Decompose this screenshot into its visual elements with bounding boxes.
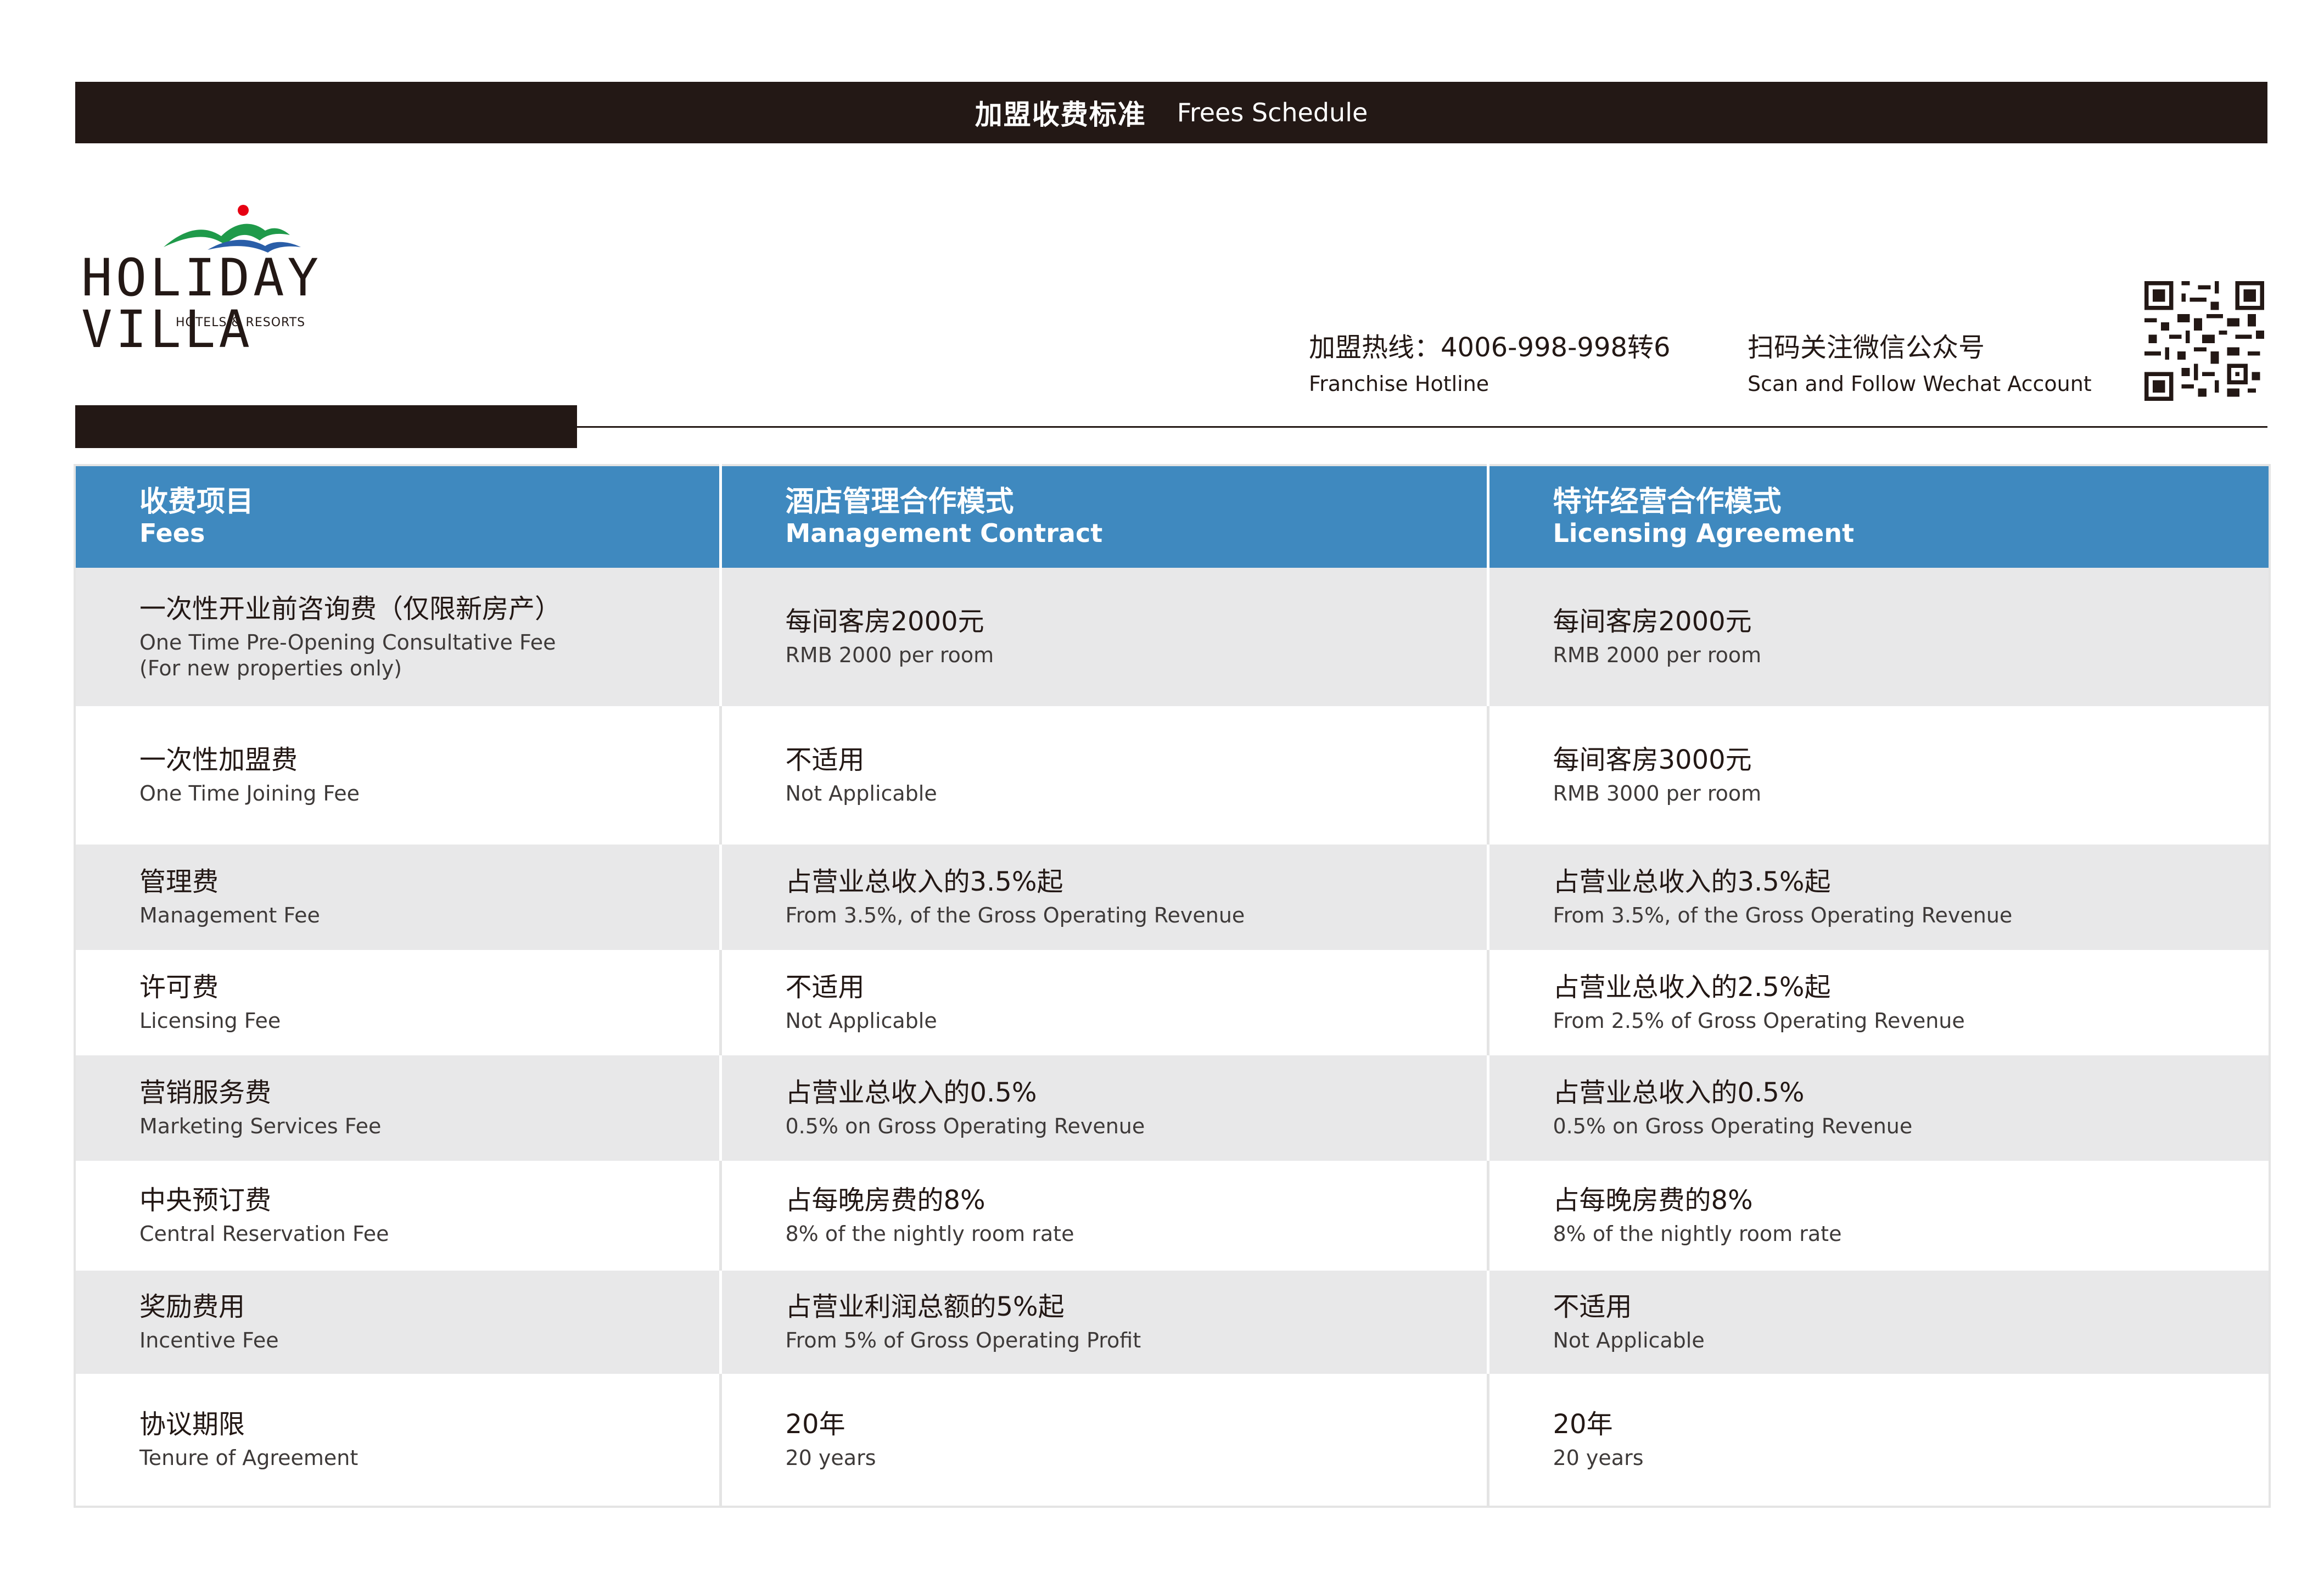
licensing-value-cell: 占营业总收入的3.5%起 From 3.5%, of the Gross Oper…: [1488, 845, 2270, 950]
logo-tagline: HOTELS & RESORTS: [176, 316, 306, 329]
header-fees: 收费项目 Fees: [75, 465, 722, 568]
licensing-value-cell: 不适用 Not Applicable: [1488, 1271, 2270, 1374]
wechat-zh: 扫码关注微信公众号: [1748, 332, 1985, 363]
holiday-villa-logo: HOLIDAY VILLA HOTELS & RESORTS: [81, 198, 394, 356]
wechat-follow: 扫码关注微信公众号 Scan and Follow Wechat Account: [1748, 332, 2092, 396]
licensing-value-cell: 占营业总收入的0.5% 0.5% on Gross Operating Reven…: [1488, 1055, 2270, 1161]
fee-name-cell: 奖励费用 Incentive Fee: [75, 1271, 722, 1374]
fees-table: 收费项目 Fees 酒店管理合作模式 Management Contract 特许经…: [74, 464, 2271, 1508]
management-value-cell: 20年 20 years: [720, 1374, 1489, 1507]
header-divider: [577, 426, 2267, 428]
franchise-hotline: 加盟热线：4006-998-998转6 Franchise Hotline: [1309, 332, 1671, 396]
table-row: 一次性开业前咨询费（仅限新房产） One Time Pre-Opening Con…: [75, 568, 2270, 706]
logo-wordmark: HOLIDAY VILLA: [81, 248, 322, 360]
header-accent-bar: [75, 405, 577, 448]
table-row: 营销服务费 Marketing Services Fee 占营业总收入的0.5% 0…: [75, 1055, 2270, 1161]
licensing-value-cell: 每间客房2000元 RMB 2000 per room: [1488, 568, 2270, 706]
table-header-row: 收费项目 Fees 酒店管理合作模式 Management Contract 特许经…: [75, 465, 2270, 568]
header-licensing-agreement: 特许经营合作模式 Licensing Agreement: [1488, 465, 2270, 568]
management-value-cell: 占营业利润总额的5%起 From 5% of Gross Operating Pr…: [720, 1271, 1489, 1374]
management-value-cell: 占每晚房费的8% 8% of the nightly room rate: [720, 1161, 1489, 1271]
management-value-cell: 占营业总收入的0.5% 0.5% on Gross Operating Reven…: [720, 1055, 1489, 1161]
management-value-cell: 不适用 Not Applicable: [720, 950, 1489, 1055]
wechat-qr-code-icon: [2144, 281, 2264, 401]
fee-name-cell: 一次性加盟费 One Time Joining Fee: [75, 706, 722, 845]
licensing-value-cell: 占营业总收入的2.5%起 From 2.5% of Gross Operating…: [1553, 972, 1965, 1033]
table-row: 奖励费用 Incentive Fee 占营业利润总额的5%起 From 5% of …: [75, 1271, 2270, 1374]
table-row: 一次性加盟费 One Time Joining Fee 不适用 Not Applic…: [75, 706, 2270, 845]
wechat-en: Scan and Follow Wechat Account: [1748, 371, 2092, 396]
table-row: 管理费 Management Fee 占营业总收入的3.5%起 From 3.5%,…: [75, 845, 2270, 950]
fee-name-cell: 营销服务费 Marketing Services Fee: [75, 1055, 722, 1161]
table-row: 中央预订费 Central Reservation Fee 占每晚房费的8% 8% …: [75, 1161, 2270, 1271]
hotline-en: Franchise Hotline: [1309, 371, 1489, 396]
management-value-cell: 每间客房2000元 RMB 2000 per room: [720, 568, 1489, 706]
title-en: Frees Schedule: [1177, 98, 1368, 127]
fee-name-cell: 许可费 Licensing Fee: [75, 950, 722, 1055]
licensing-value-cell: 20年 20 years: [1553, 1409, 1644, 1470]
management-value-cell: 不适用 Not Applicable: [720, 706, 1489, 845]
fee-name-cell: 中央预订费 Central Reservation Fee: [75, 1161, 722, 1271]
licensing-value-cell: 每间客房3000元 RMB 3000 per room: [1553, 745, 1762, 806]
title-bar: 加盟收费标准 Frees Schedule: [75, 82, 2267, 143]
management-value-cell: 占营业总收入的3.5%起 From 3.5%, of the Gross Oper…: [720, 845, 1489, 950]
fee-name-cell: 协议期限 Tenure of Agreement: [75, 1374, 722, 1507]
fee-name-cell: 一次性开业前咨询费（仅限新房产） One Time Pre-Opening Con…: [75, 568, 722, 706]
header-management-contract: 酒店管理合作模式 Management Contract: [720, 465, 1489, 568]
table-row: 协议期限 Tenure of Agreement 20年 20 years 20年 2…: [75, 1374, 2270, 1507]
fee-name-cell: 管理费 Management Fee: [75, 845, 722, 950]
hotline-zh: 加盟热线：4006-998-998转6: [1309, 332, 1671, 363]
licensing-value-cell: 占每晚房费的8% 8% of the nightly room rate: [1553, 1185, 1842, 1246]
title-zh: 加盟收费标准: [975, 99, 1146, 131]
table-row: 许可费 Licensing Fee 不适用 Not Applicable 占营业总收…: [75, 950, 2270, 1055]
